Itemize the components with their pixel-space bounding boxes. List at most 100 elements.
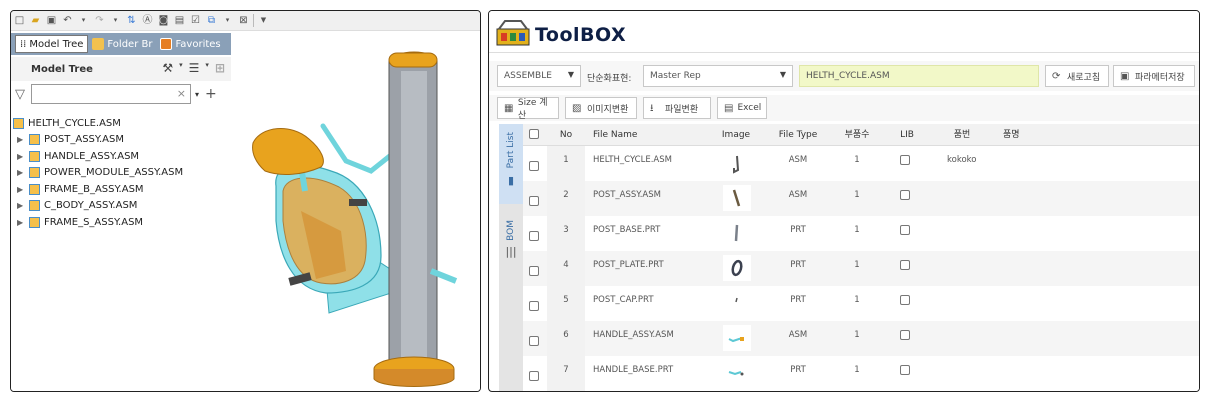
refresh-button[interactable]: ⟳ 새로고침 xyxy=(1045,65,1109,87)
size-calc-button[interactable]: ▦ Size 계산 xyxy=(497,97,559,121)
side-tab-bar: Part List ▮ BOM ||| xyxy=(499,124,523,391)
tree-root[interactable]: HELTH_CYCLE.ASM xyxy=(13,115,231,132)
row-count: 1 xyxy=(854,260,860,270)
tab-bom[interactable]: BOM ||| xyxy=(499,220,523,280)
clear-search-icon[interactable]: × xyxy=(177,87,186,100)
tab-favorites[interactable]: Favorites xyxy=(156,33,224,55)
window-switch-icon[interactable]: ⧉ xyxy=(205,14,218,27)
column-header-part-name[interactable]: 품명 xyxy=(1003,124,1020,146)
graphics-viewport[interactable] xyxy=(231,31,480,391)
part-list-icon: ▮ xyxy=(507,174,515,188)
excel-icon: ▤ xyxy=(724,102,734,114)
table-row[interactable]: 6 HANDLE_ASSY.ASM ASM 1 xyxy=(523,321,1199,356)
tab-part-list[interactable]: Part List ▮ xyxy=(499,124,523,204)
add-filter-icon[interactable]: + xyxy=(205,86,217,102)
open-folder-icon[interactable]: ▰ xyxy=(29,14,42,27)
column-header-lib[interactable]: LIB xyxy=(897,124,917,146)
expand-arrow-icon[interactable]: ▶ xyxy=(17,168,29,177)
row-checkbox[interactable] xyxy=(529,161,539,171)
lib-checkbox[interactable] xyxy=(900,330,910,340)
settings-dropdown-icon[interactable]: ▾ xyxy=(179,61,183,75)
tree-item-label: FRAME_B_ASSY.ASM xyxy=(44,183,144,195)
checkbox-icon[interactable]: ☑ xyxy=(189,14,202,27)
redo-dropdown-icon[interactable]: ▾ xyxy=(109,14,122,27)
assembly-icon xyxy=(29,183,40,195)
search-dropdown-icon[interactable]: ▾ xyxy=(195,90,199,99)
row-checkbox[interactable] xyxy=(529,196,539,206)
row-file-type: PRT xyxy=(790,260,806,270)
select-all-checkbox[interactable] xyxy=(529,129,539,139)
close-window-icon[interactable]: ⊠ xyxy=(237,14,250,27)
filter-tree-icon[interactable]: ⊞ xyxy=(215,61,225,75)
table-row[interactable]: 7 HANDLE_BASE.PRT PRT 1 xyxy=(523,356,1199,391)
lib-checkbox[interactable] xyxy=(900,260,910,270)
table-row[interactable]: 4 POST_PLATE.PRT PRT 1 xyxy=(523,251,1199,286)
column-header-file-name[interactable]: File Name xyxy=(593,124,637,146)
cad-window: □ ▰ ▣ ↶ ▾ ↷ ▾ ⇅ Ⓐ ◙ ▤ ☑ ⧉ ▾ ⊠ ▼ ⁞⁞ Model… xyxy=(10,10,481,392)
camera-icon[interactable]: ◙ xyxy=(157,14,170,27)
lib-checkbox[interactable] xyxy=(900,225,910,235)
tab-model-tree[interactable]: ⁞⁞ Model Tree xyxy=(15,35,89,53)
column-header-part-no[interactable]: 품번 xyxy=(947,124,977,146)
row-file-name: HANDLE_ASSY.ASM xyxy=(593,330,674,340)
lib-checkbox[interactable] xyxy=(900,190,910,200)
column-header-count[interactable]: 부품수 xyxy=(839,124,875,146)
expand-arrow-icon[interactable]: ▶ xyxy=(17,152,29,161)
column-header-no[interactable]: No xyxy=(547,124,585,146)
row-checkbox[interactable] xyxy=(529,266,539,276)
regenerate-icon[interactable]: ⇅ xyxy=(125,14,138,27)
tree-item[interactable]: ▶ HANDLE_ASSY.ASM xyxy=(17,148,231,165)
tree-item[interactable]: ▶ C_BODY_ASSY.ASM xyxy=(17,198,231,215)
lib-checkbox[interactable] xyxy=(900,155,910,165)
file-name-field[interactable]: HELTH_CYCLE.ASM xyxy=(799,65,1039,87)
save-icon[interactable]: ▣ xyxy=(45,14,58,27)
excel-button[interactable]: ▤ Excel xyxy=(717,97,767,119)
row-no: 7 xyxy=(563,365,569,375)
redo-icon[interactable]: ↷ xyxy=(93,14,106,27)
column-header-image[interactable]: Image xyxy=(713,124,759,146)
annotation-icon[interactable]: Ⓐ xyxy=(141,14,154,27)
table-row[interactable]: 5 POST_CAP.PRT PRT 1 xyxy=(523,286,1199,321)
expand-arrow-icon[interactable]: ▶ xyxy=(17,201,29,210)
image-convert-button[interactable]: ▨ 이미지변환 xyxy=(565,97,637,119)
file-convert-button[interactable]: ⭳ 파일변환 xyxy=(643,97,711,119)
row-no: 6 xyxy=(563,330,569,340)
assemble-select[interactable]: ASSEMBLE ▼ xyxy=(497,65,581,87)
expand-arrow-icon[interactable]: ▶ xyxy=(17,135,29,144)
undo-icon[interactable]: ↶ xyxy=(61,14,74,27)
expand-arrow-icon[interactable]: ▶ xyxy=(17,185,29,194)
app-title: ToolBOX xyxy=(535,24,627,46)
table-row[interactable]: 1 HELTH_CYCLE.ASM ASM 1 kokoko xyxy=(523,146,1199,181)
settings-tools-icon[interactable]: ⚒ xyxy=(162,61,173,75)
row-checkbox[interactable] xyxy=(529,231,539,241)
row-checkbox[interactable] xyxy=(529,336,539,346)
row-checkbox[interactable] xyxy=(529,301,539,311)
lib-checkbox[interactable] xyxy=(900,365,910,375)
windows-icon[interactable]: ▤ xyxy=(173,14,186,27)
tree-item[interactable]: ▶ POST_ASSY.ASM xyxy=(17,132,231,149)
table-row[interactable]: 2 POST_ASSY.ASM ASM 1 xyxy=(523,181,1199,216)
tab-folder-browser[interactable]: Folder Br xyxy=(88,33,156,55)
tree-item[interactable]: ▶ POWER_MODULE_ASSY.ASM xyxy=(17,165,231,182)
row-file-name: POST_BASE.PRT xyxy=(593,225,661,235)
window-dropdown-icon[interactable]: ▾ xyxy=(221,14,234,27)
row-checkbox[interactable] xyxy=(529,371,539,381)
row-count: 1 xyxy=(854,365,860,375)
tree-item[interactable]: ▶ FRAME_S_ASSY.ASM xyxy=(17,214,231,231)
lib-checkbox[interactable] xyxy=(900,295,910,305)
part-thumbnail xyxy=(723,255,751,281)
tree-item[interactable]: ▶ FRAME_B_ASSY.ASM xyxy=(17,181,231,198)
rep-select[interactable]: Master Rep ▼ xyxy=(643,65,793,87)
show-dropdown-icon[interactable]: ▾ xyxy=(205,61,209,75)
tree-search-input[interactable]: × xyxy=(31,84,191,104)
new-file-icon[interactable]: □ xyxy=(13,14,26,27)
tree-item-label: FRAME_S_ASSY.ASM xyxy=(44,216,144,228)
part-list-table: No File Name Image File Type 부품수 LIB 품번 … xyxy=(523,124,1199,391)
save-params-button[interactable]: ▣ 파라메터저장 xyxy=(1113,65,1195,87)
show-list-icon[interactable]: ☰ xyxy=(189,61,200,75)
expand-arrow-icon[interactable]: ▶ xyxy=(17,218,29,227)
customize-dropdown-icon[interactable]: ▼ xyxy=(257,14,270,27)
undo-dropdown-icon[interactable]: ▾ xyxy=(77,14,90,27)
table-row[interactable]: 3 POST_BASE.PRT PRT 1 xyxy=(523,216,1199,251)
column-header-file-type[interactable]: File Type xyxy=(773,124,823,146)
